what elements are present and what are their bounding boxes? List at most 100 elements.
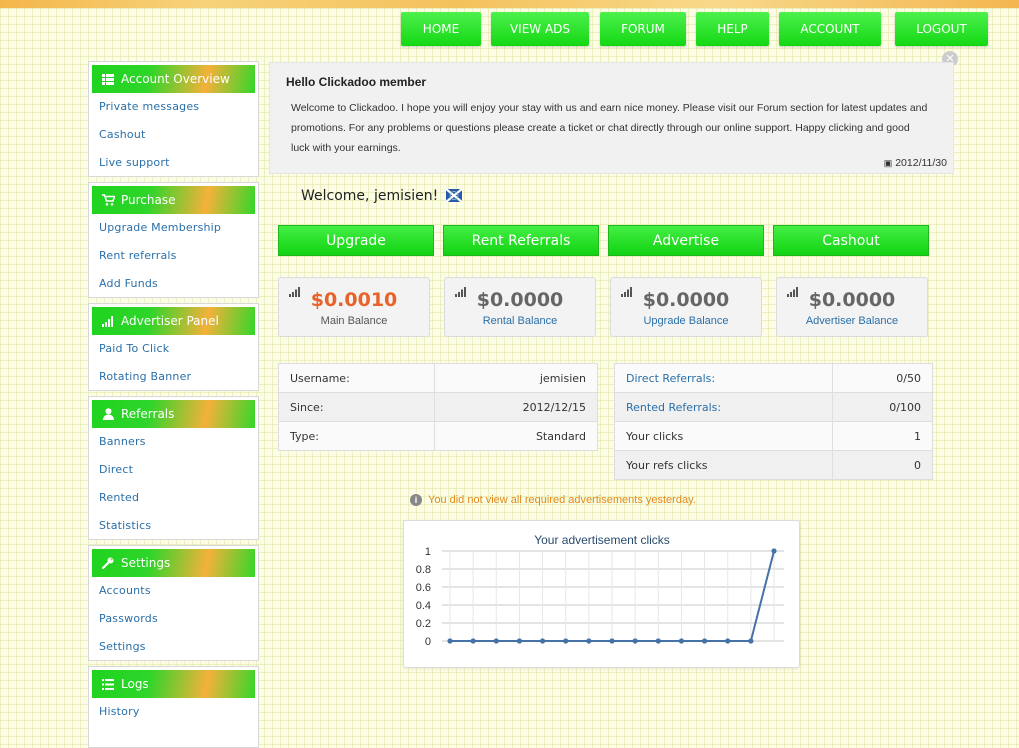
sidebar-header-purchase: Purchase bbox=[92, 186, 255, 214]
table-row: Since: 2012/12/15 bbox=[278, 392, 598, 422]
rent-referrals-button[interactable]: Rent Referrals bbox=[443, 225, 599, 256]
sidebar-header-settings: Settings bbox=[92, 549, 255, 577]
sidebar-item-banners[interactable]: Banners bbox=[89, 428, 258, 456]
rented-referrals-link[interactable]: Rented Referrals: bbox=[614, 392, 833, 422]
referral-info-value: 0 bbox=[832, 450, 933, 480]
table-row: Your refs clicks 0 bbox=[614, 450, 933, 480]
advertiser-balance-card: $0.0000 Advertiser Balance bbox=[776, 277, 928, 337]
nav-account-button[interactable]: ACCOUNT bbox=[779, 12, 881, 46]
sidebar-header-advertiser-panel: Advertiser Panel bbox=[92, 307, 255, 335]
balance-value: $0.0000 bbox=[808, 289, 896, 311]
referral-info-table: Direct Referrals: 0/50 Rented Referrals:… bbox=[614, 363, 933, 480]
nav-home-button[interactable]: HOME bbox=[401, 12, 481, 46]
sidebar-header-referrals: Referrals bbox=[92, 400, 255, 428]
data-point[interactable] bbox=[563, 638, 569, 644]
balance-value: $0.0010 bbox=[310, 289, 398, 311]
sidebar-item-live-support[interactable]: Live support bbox=[89, 149, 258, 177]
user-info-label: Type: bbox=[278, 421, 435, 451]
balance-value: $0.0000 bbox=[476, 289, 564, 311]
data-point[interactable] bbox=[493, 638, 499, 644]
y-tick-label: 0.4 bbox=[416, 600, 431, 612]
advertiser-balance-link[interactable]: Advertiser Balance bbox=[777, 315, 927, 327]
y-tick-label: 1 bbox=[425, 546, 431, 558]
referral-info-label: Your clicks bbox=[614, 421, 833, 451]
data-point[interactable] bbox=[586, 638, 592, 644]
message-date: ▣ 2012/11/30 bbox=[884, 157, 947, 169]
data-point[interactable] bbox=[771, 548, 777, 554]
clicks-chart-panel: Your advertisement clicks 0 0.2 0.4 0.6 0.8 1 bbox=[403, 520, 800, 668]
message-date-text: 2012/11/30 bbox=[895, 157, 947, 169]
rental-balance-card: $0.0000 Rental Balance bbox=[444, 277, 596, 337]
data-point[interactable] bbox=[701, 638, 708, 644]
direct-referrals-link[interactable]: Direct Referrals: bbox=[614, 363, 833, 393]
sidebar-item-rotating-banner[interactable]: Rotating Banner bbox=[89, 363, 258, 391]
sidebar-item-rented[interactable]: Rented bbox=[89, 484, 258, 512]
y-tick-label: 0 bbox=[425, 636, 431, 648]
rental-balance-link[interactable]: Rental Balance bbox=[445, 315, 595, 327]
th-list-icon bbox=[101, 72, 115, 86]
sidebar-referrals: Referrals Banners Direct Rented Statisti… bbox=[88, 396, 259, 540]
referral-info-value: 0/50 bbox=[832, 363, 933, 393]
data-point[interactable] bbox=[470, 638, 476, 644]
sidebar-header-label: Purchase bbox=[121, 193, 176, 207]
table-row: Type: Standard bbox=[278, 421, 598, 451]
data-point[interactable] bbox=[539, 638, 546, 644]
info-icon: i bbox=[410, 494, 422, 506]
cashout-button[interactable]: Cashout bbox=[773, 225, 929, 256]
header-banner-strip bbox=[0, 0, 1019, 8]
sidebar-item-private-messages[interactable]: Private messages bbox=[89, 93, 258, 121]
advertise-button[interactable]: Advertise bbox=[608, 225, 764, 256]
data-point[interactable] bbox=[725, 638, 731, 644]
sidebar-item-history[interactable]: History bbox=[89, 698, 258, 726]
sidebar-item-settings[interactable]: Settings bbox=[89, 633, 258, 661]
sidebar-item-passwords[interactable]: Passwords bbox=[89, 605, 258, 633]
sidebar-item-upgrade-membership[interactable]: Upgrade Membership bbox=[89, 214, 258, 242]
nav-view-ads-button[interactable]: VIEW ADS bbox=[491, 12, 589, 46]
sidebar-header-logs: Logs bbox=[92, 670, 255, 698]
sidebar-item-direct[interactable]: Direct bbox=[89, 456, 258, 484]
shopping-cart-icon bbox=[101, 193, 115, 207]
nav-help-button[interactable]: HELP bbox=[696, 12, 769, 46]
y-tick-label: 0.8 bbox=[416, 564, 431, 576]
sidebar-item-statistics[interactable]: Statistics bbox=[89, 512, 258, 540]
clicks-chart: Your advertisement clicks 0 0.2 0.4 0.6 0.8 1 bbox=[416, 533, 784, 648]
upgrade-balance-card: $0.0000 Upgrade Balance bbox=[610, 277, 762, 337]
nav-forum-button[interactable]: FORUM bbox=[600, 12, 686, 46]
user-icon bbox=[101, 407, 115, 421]
sidebar-item-cashout[interactable]: Cashout bbox=[89, 121, 258, 149]
data-point[interactable] bbox=[609, 638, 615, 644]
sidebar-item-rent-referrals[interactable]: Rent referrals bbox=[89, 242, 258, 270]
y-tick-label: 0.6 bbox=[416, 582, 431, 594]
welcome-text: Welcome, jemisien! bbox=[301, 188, 463, 204]
sidebar-header-account-overview: Account Overview bbox=[92, 65, 255, 93]
referral-info-value: 0/100 bbox=[832, 392, 933, 422]
balance-label: Main Balance bbox=[320, 315, 388, 327]
data-point[interactable] bbox=[516, 638, 523, 644]
sidebar-item-paid-to-click[interactable]: Paid To Click bbox=[89, 335, 258, 363]
sidebar-header-label: Settings bbox=[121, 556, 171, 570]
message-body: Welcome to Clickadoo. I hope you will en… bbox=[291, 102, 928, 154]
data-point[interactable] bbox=[748, 638, 754, 644]
data-point[interactable] bbox=[655, 638, 661, 644]
upgrade-balance-link[interactable]: Upgrade Balance bbox=[611, 315, 761, 327]
data-point[interactable] bbox=[447, 638, 453, 644]
balance-value: $0.0000 bbox=[642, 289, 730, 311]
table-row: Username: jemisien bbox=[278, 363, 598, 393]
sidebar-purchase: Purchase Upgrade Membership Rent referra… bbox=[88, 182, 259, 298]
sidebar-item-add-funds[interactable]: Add Funds bbox=[89, 270, 258, 298]
data-point[interactable] bbox=[632, 638, 638, 644]
sidebar-item-accounts[interactable]: Accounts bbox=[89, 577, 258, 605]
main-balance-card: $0.0010 Main Balance bbox=[278, 277, 430, 337]
sidebar-header-label: Referrals bbox=[121, 407, 175, 421]
nav-logout-button[interactable]: LOGOUT bbox=[895, 12, 988, 46]
sidebar-header-label: Advertiser Panel bbox=[121, 314, 219, 328]
data-point[interactable] bbox=[678, 638, 685, 644]
welcome-label: Welcome, jemisien! bbox=[301, 188, 439, 204]
referral-info-value: 1 bbox=[832, 421, 933, 451]
user-info-value: 2012/12/15 bbox=[434, 392, 598, 422]
upgrade-button[interactable]: Upgrade bbox=[278, 225, 434, 256]
user-info-value: jemisien bbox=[434, 363, 598, 393]
welcome-message-panel: Hello Clickadoo member Welcome to Clicka… bbox=[269, 62, 954, 174]
notice: i You did not view all required advertise… bbox=[410, 494, 696, 506]
sidebar-account-overview: Account Overview Private messages Cashou… bbox=[88, 61, 259, 177]
